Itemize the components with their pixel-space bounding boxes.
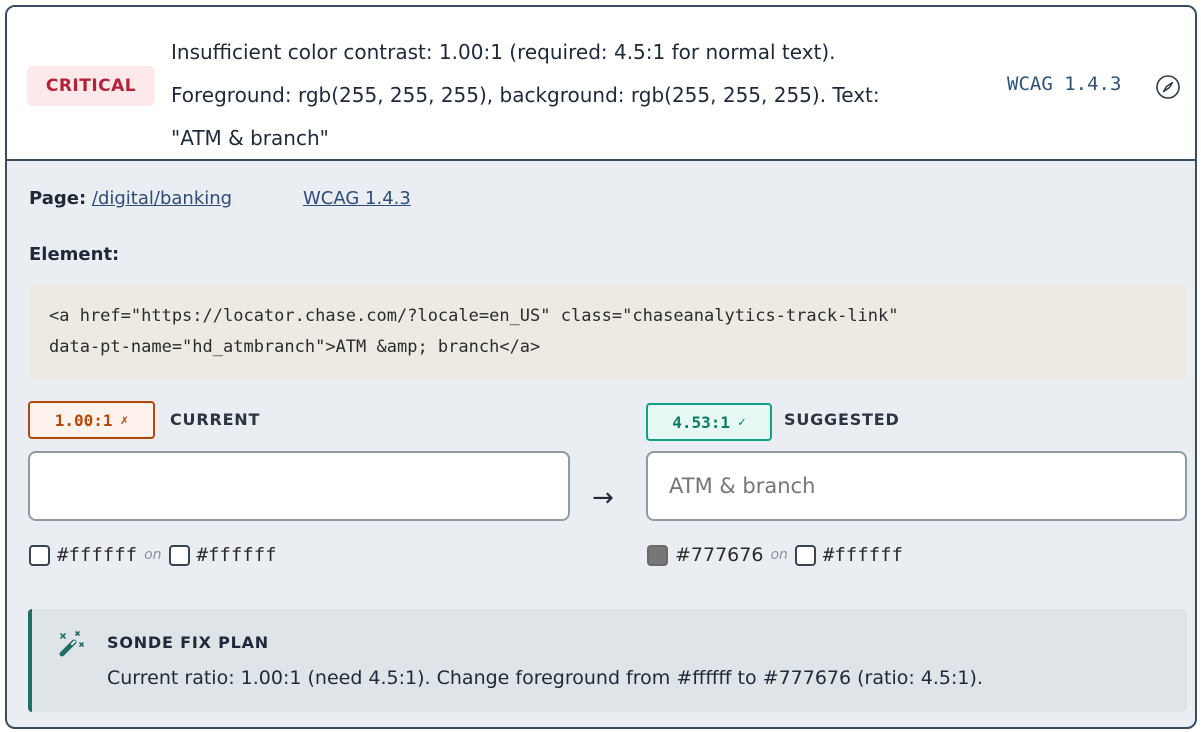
on-label: on [770,547,788,563]
suggested-fg-swatch [647,544,668,566]
issue-message-line: Foreground: rgb(255, 255, 255), backgrou… [171,83,880,107]
current-fg-hex: #ffffff [57,544,138,566]
suggested-bg-swatch [794,544,816,566]
wcag-criterion-code: WCAG 1.4.3 [1007,73,1122,95]
suggested-preview: ATM & branch [646,451,1187,521]
suggested-bg-hex: #ffffff [822,544,903,566]
issue-header: CRITICAL Insufficient color contrast: 1.… [7,7,1195,161]
code-line: <a href="https://locator.chase.com/?loca… [49,306,899,326]
current-fg-swatch [29,544,50,566]
suggested-ratio-badge: 4.53:1 ✓ [646,403,772,441]
suggested-label: SUGGESTED [784,410,900,429]
element-label: Element: [29,244,120,265]
current-label: CURRENT [170,410,261,429]
on-label: on [144,547,162,563]
page-meta: Page: /digital/banking [29,188,232,209]
current-ratio-badge: 1.00:1 ✗ [28,401,155,439]
compass-icon[interactable] [1155,74,1181,100]
suggested-preview-text: ATM & branch [669,474,816,498]
fix-plan-panel: SONDE FIX PLAN Current ratio: 1.00:1 (ne… [28,609,1187,712]
suggested-ratio-value: 4.53:1 [672,412,730,432]
wcag-link[interactable]: WCAG 1.4.3 [303,188,411,209]
issue-message-line: Insufficient color contrast: 1.00:1 (req… [171,40,836,64]
current-color-pair: #ffffff on #ffffff [29,544,277,566]
issue-message: Insufficient color contrast: 1.00:1 (req… [171,31,991,160]
arrow-right-icon: → [592,483,614,513]
suggested-fg-hex: #777676 [675,544,764,566]
severity-badge: CRITICAL [27,66,155,106]
fail-mark-icon: ✗ [120,412,129,428]
current-ratio-value: 1.00:1 [54,410,113,430]
issue-card: CRITICAL Insufficient color contrast: 1.… [5,5,1197,729]
page-link[interactable]: /digital/banking [92,188,232,209]
current-bg-hex: #ffffff [196,544,277,566]
fix-plan-text: Current ratio: 1.00:1 (need 4.5:1). Chan… [107,667,983,689]
pass-check-icon: ✓ [737,414,746,430]
code-line: data-pt-name="hd_atmbranch">ATM &amp; br… [49,337,541,357]
current-bg-swatch [168,544,190,566]
suggested-color-pair: #777676 on #ffffff [647,544,903,566]
current-preview-text: ATM & branch [51,474,198,498]
current-preview: ATM & branch [28,451,570,521]
element-code-block: <a href="https://locator.chase.com/?loca… [29,285,1186,379]
fix-plan-title: SONDE FIX PLAN [107,633,269,652]
issue-message-line: "ATM & branch" [171,126,329,150]
page-label: Page: [29,188,87,209]
magic-wand-icon [59,631,84,657]
